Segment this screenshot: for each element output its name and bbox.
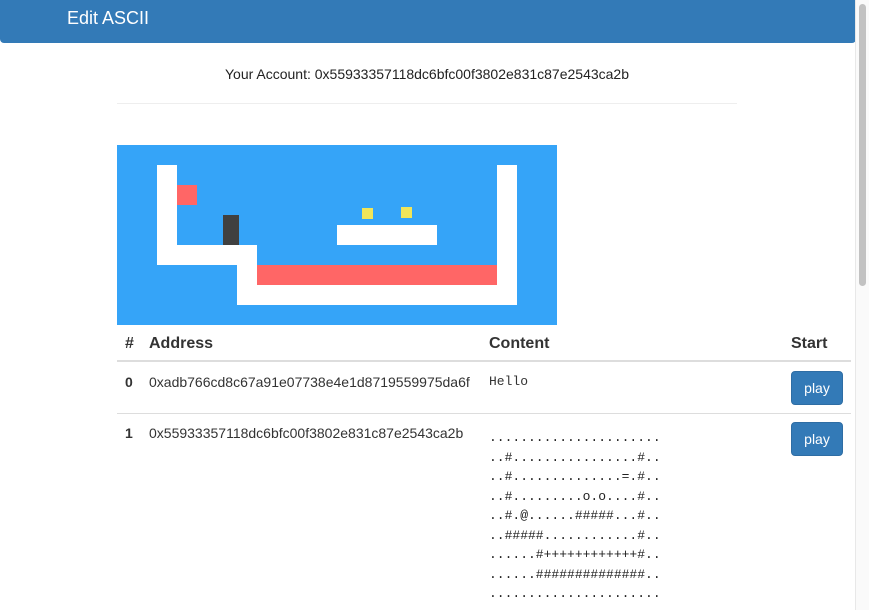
row-address: 0x55933357118dc6bfc00f3802e831c87e2543ca… [149,425,464,441]
play-button[interactable]: play [791,422,843,456]
coin [362,208,373,219]
table-row-divider [117,413,851,414]
lava-block [177,185,197,205]
lava-pool [257,265,497,285]
column-header-content: Content [489,335,550,352]
navbar: Edit ASCII [0,0,856,43]
table-header-divider [117,360,851,362]
game-canvas[interactable] [117,145,557,325]
row-content-ascii-level: ...................... ..#..............… [489,430,661,601]
row-address: 0xadb766cd8c67a91e07738e4e1d8719559975da… [149,374,470,390]
row-index: 0 [125,374,133,390]
navbar-brand[interactable]: Edit ASCII [67,8,149,28]
wall [497,165,517,305]
coin [401,207,412,218]
divider [117,103,737,104]
wall [337,225,437,245]
column-header-address: Address [149,335,214,352]
column-header-index: # [125,335,134,352]
account-label: Your Account: 0x55933357118dc6bfc00f3802… [224,66,630,82]
play-button[interactable]: play [791,371,843,405]
row-content: Hello [489,374,529,389]
row-index: 1 [125,425,133,441]
player-character [223,215,239,245]
column-header-start: Start [791,335,828,352]
scrollbar-thumb[interactable] [859,4,866,286]
page-scrollbar[interactable] [855,0,869,610]
wall [237,285,517,305]
